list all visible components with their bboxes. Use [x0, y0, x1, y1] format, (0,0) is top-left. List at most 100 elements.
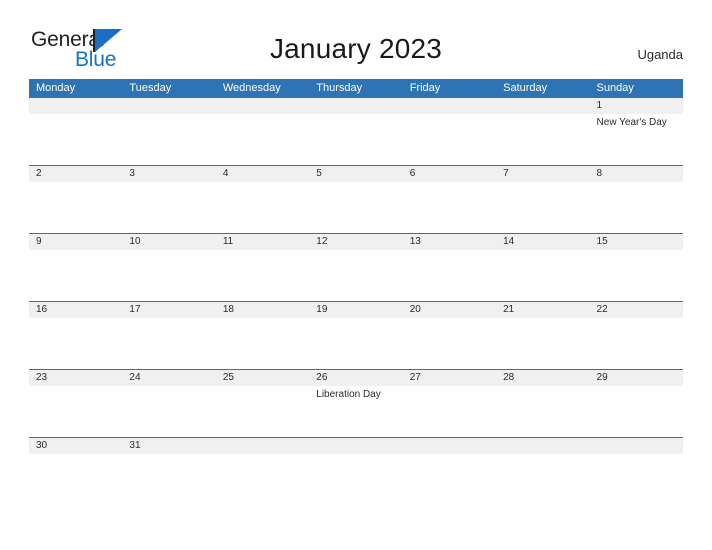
week-row: 1 New Year's Day: [29, 98, 683, 165]
day-number[interactable]: 16: [29, 302, 122, 318]
day-number[interactable]: 23: [29, 370, 122, 386]
week-row: 30 31: [29, 437, 683, 472]
week-date-band: 30 31: [29, 438, 683, 454]
day-number[interactable]: 24: [122, 370, 215, 386]
day-events: [122, 454, 215, 472]
day-number[interactable]: 13: [403, 234, 496, 250]
day-number[interactable]: 8: [590, 166, 683, 182]
day-number[interactable]: 18: [216, 302, 309, 318]
day-number[interactable]: [496, 438, 589, 454]
day-number[interactable]: 5: [309, 166, 402, 182]
week-event-band: [29, 454, 683, 472]
day-number[interactable]: 26: [309, 370, 402, 386]
day-number[interactable]: 3: [122, 166, 215, 182]
week-row: 16 17 18 19 20 21 22: [29, 301, 683, 369]
page-header: General Blue January 2023 Uganda: [0, 0, 712, 79]
day-events: [122, 114, 215, 165]
day-number[interactable]: [496, 98, 589, 114]
day-number[interactable]: [309, 438, 402, 454]
day-number[interactable]: [216, 438, 309, 454]
weekday-header-monday: Monday: [36, 82, 76, 94]
day-number[interactable]: 12: [309, 234, 402, 250]
day-events: [216, 318, 309, 369]
week-date-band: 1: [29, 98, 683, 114]
day-number[interactable]: 10: [122, 234, 215, 250]
day-number[interactable]: 9: [29, 234, 122, 250]
day-number[interactable]: 21: [496, 302, 589, 318]
week-date-band: 2 3 4 5 6 7 8: [29, 166, 683, 182]
day-number[interactable]: 1: [590, 98, 683, 114]
day-number[interactable]: 17: [122, 302, 215, 318]
week-event-band: Liberation Day: [29, 386, 683, 437]
day-events: [29, 318, 122, 369]
day-number[interactable]: [216, 98, 309, 114]
day-events: [122, 182, 215, 233]
day-events: Liberation Day: [309, 386, 402, 437]
day-events: [403, 454, 496, 472]
calendar-grid: Monday Tuesday Wednesday Thursday Friday…: [29, 79, 683, 472]
week-row: 9 10 11 12 13 14 15: [29, 233, 683, 301]
day-events: [403, 318, 496, 369]
day-number[interactable]: [122, 98, 215, 114]
day-events: [29, 114, 122, 165]
day-number[interactable]: 4: [216, 166, 309, 182]
day-events: [29, 454, 122, 472]
day-events: [496, 318, 589, 369]
calendar-page: General Blue January 2023 Uganda Monday …: [0, 0, 712, 550]
day-events: [403, 182, 496, 233]
day-number[interactable]: 29: [590, 370, 683, 386]
day-events: [496, 182, 589, 233]
day-events: [496, 250, 589, 301]
event-label: New Year's Day: [596, 117, 667, 128]
day-events: [496, 386, 589, 437]
day-events: [496, 114, 589, 165]
day-events: [29, 386, 122, 437]
weekday-header-sunday: Sunday: [596, 82, 634, 94]
region-label: Uganda: [637, 47, 683, 62]
day-events: [403, 114, 496, 165]
day-number[interactable]: [403, 438, 496, 454]
day-number[interactable]: [403, 98, 496, 114]
week-date-band: 9 10 11 12 13 14 15: [29, 234, 683, 250]
day-number[interactable]: 22: [590, 302, 683, 318]
day-number[interactable]: 19: [309, 302, 402, 318]
day-number[interactable]: 11: [216, 234, 309, 250]
day-events: [496, 454, 589, 472]
day-number[interactable]: 28: [496, 370, 589, 386]
weekday-header-thursday: Thursday: [316, 82, 363, 94]
day-number[interactable]: 14: [496, 234, 589, 250]
day-events: [309, 250, 402, 301]
week-row: 2 3 4 5 6 7 8: [29, 165, 683, 233]
day-number[interactable]: 7: [496, 166, 589, 182]
week-event-band: [29, 182, 683, 233]
day-number[interactable]: 20: [403, 302, 496, 318]
day-number[interactable]: 31: [122, 438, 215, 454]
day-events: [590, 454, 683, 472]
day-events: [403, 250, 496, 301]
day-number[interactable]: 2: [29, 166, 122, 182]
day-events: [216, 182, 309, 233]
page-title: January 2023: [269, 33, 443, 64]
day-events: [590, 250, 683, 301]
day-events: [216, 386, 309, 437]
day-number[interactable]: 27: [403, 370, 496, 386]
day-number[interactable]: 6: [403, 166, 496, 182]
day-number[interactable]: 25: [216, 370, 309, 386]
week-event-band: [29, 318, 683, 369]
day-number[interactable]: [29, 98, 122, 114]
day-events: [122, 386, 215, 437]
weekday-header-tuesday: Tuesday: [129, 82, 172, 94]
day-events: [29, 250, 122, 301]
day-events: [309, 318, 402, 369]
day-events: [29, 182, 122, 233]
day-number[interactable]: 15: [590, 234, 683, 250]
day-number[interactable]: 30: [29, 438, 122, 454]
weekday-header-wednesday: Wednesday: [222, 82, 281, 94]
day-events: [590, 182, 683, 233]
day-events: [590, 318, 683, 369]
day-events: [309, 114, 402, 165]
week-row: 23 24 25 26 27 28 29 Liberation Day: [29, 369, 683, 437]
day-number[interactable]: [590, 438, 683, 454]
day-number[interactable]: [309, 98, 402, 114]
week-event-band: [29, 250, 683, 301]
